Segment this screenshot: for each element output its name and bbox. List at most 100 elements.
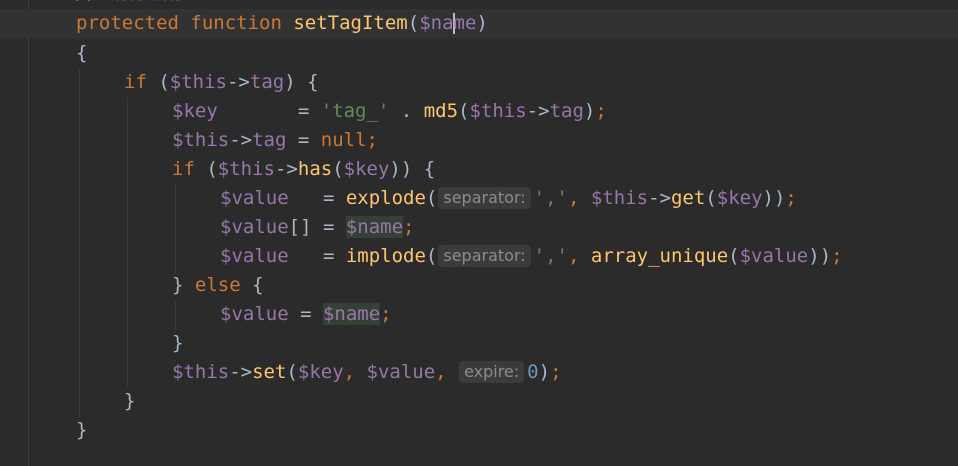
property: tag — [249, 71, 285, 93]
keyword: if — [172, 158, 195, 180]
brace: } — [172, 332, 184, 354]
code-line-close-brace[interactable]: } — [124, 387, 135, 416]
variable: $key — [343, 158, 390, 180]
arrow: -> — [648, 187, 671, 209]
function-name: setTagItem — [293, 12, 408, 34]
paren: ( — [458, 100, 470, 122]
gutter-divider — [28, 0, 29, 466]
number-literal: 0 — [527, 361, 539, 383]
code-line-if-has[interactable]: if ($this->has($key)) { — [172, 155, 435, 184]
brace: } — [124, 390, 136, 412]
method-call: get — [670, 187, 706, 209]
string-literal: ',' — [533, 245, 568, 267]
code-line-value-name[interactable]: $value = $name; — [220, 300, 392, 329]
code-line-explode[interactable]: $value = explode(separator: ',', $this->g… — [220, 184, 797, 213]
partial-comment: // 清除缓存 — [76, 0, 186, 8]
variable: $value — [220, 245, 289, 267]
variable: $this — [172, 129, 230, 151]
indent-guide — [175, 184, 176, 274]
code-line-function-signature[interactable]: protected function setTagItem($name) — [76, 9, 488, 38]
variable: $value — [739, 245, 809, 267]
variable: $value — [220, 187, 289, 209]
keyword: null — [320, 129, 367, 151]
property: tag — [549, 100, 584, 122]
code-editor[interactable]: // 清除缓存 protected function setTagItem($n… — [0, 0, 958, 466]
paren: ) — [583, 100, 596, 122]
paren: )) — [808, 245, 832, 267]
paren: ( — [194, 158, 218, 180]
semicolon: ; — [403, 216, 415, 238]
paren: ( — [728, 245, 740, 267]
code-line-if-tag[interactable]: if ($this->tag) { — [124, 68, 319, 97]
arrow: -> — [526, 100, 550, 122]
semicolon: ; — [831, 245, 843, 267]
semicolon: ; — [366, 129, 378, 151]
arrow: -> — [226, 71, 250, 93]
indent-guide — [175, 300, 176, 330]
variable: $this — [469, 100, 527, 122]
operator: . — [389, 100, 424, 122]
semicolon: ; — [380, 303, 392, 325]
highlighted-variable: $name — [345, 216, 404, 238]
comma: , — [567, 245, 591, 267]
method-call: has — [297, 158, 333, 180]
method-call: set — [252, 361, 287, 383]
keyword: if — [124, 71, 147, 93]
param-name-part: me — [453, 12, 477, 34]
highlighted-variable: $name — [322, 303, 381, 325]
variable: $key — [716, 187, 763, 209]
code-line-close-brace[interactable]: } — [76, 416, 87, 445]
code-line-key-assign[interactable]: $key = 'tag_' . md5($this->tag); — [172, 97, 607, 126]
arrow: -> — [229, 361, 253, 383]
code-line-else[interactable]: } else { — [172, 271, 264, 300]
paren: ) — [538, 361, 551, 383]
variable: $value — [220, 303, 289, 325]
semicolon: ; — [785, 187, 797, 209]
string-literal: 'tag_' — [320, 100, 390, 122]
function-call: explode — [345, 187, 426, 209]
operator: = — [217, 100, 321, 122]
arrow: -> — [274, 158, 298, 180]
variable: $key — [172, 100, 218, 122]
variable: $key — [297, 361, 344, 383]
paren: ( — [705, 187, 717, 209]
paren: ) { — [284, 71, 319, 93]
brace: } — [172, 274, 195, 296]
keyword: protected function — [76, 12, 282, 34]
code-line-close-brace[interactable]: } — [172, 329, 183, 358]
variable: $this — [169, 71, 227, 93]
comma: , — [567, 187, 591, 209]
paren: ( — [146, 71, 170, 93]
variable: $this — [217, 158, 275, 180]
keyword: else — [194, 274, 241, 296]
indent-guide — [127, 97, 128, 387]
property: tag — [252, 129, 287, 151]
comma: , — [343, 361, 367, 383]
variable: $this — [590, 187, 649, 209]
comma: , — [435, 361, 459, 383]
arrow: -> — [229, 129, 253, 151]
code-line-append-name[interactable]: $value[] = $name; — [220, 213, 415, 242]
brace: { — [76, 42, 88, 64]
brace: } — [76, 419, 88, 441]
indent-guide — [79, 68, 80, 418]
operator: = — [288, 303, 323, 325]
operator: = — [286, 129, 321, 151]
code-line-tag-null[interactable]: $this->tag = null; — [172, 126, 378, 155]
code-line-open-brace[interactable]: { — [76, 39, 87, 68]
code-line-implode[interactable]: $value = implode(separator: ',', array_un… — [220, 242, 843, 271]
parameter-hint: separator: — [438, 244, 531, 267]
brace: { — [240, 274, 264, 296]
function-call: md5 — [423, 100, 459, 122]
param-name-part: $na — [419, 12, 454, 34]
paren: ( — [425, 245, 438, 267]
paren: ( — [332, 158, 344, 180]
operator: [] = — [288, 216, 346, 238]
paren: ( — [425, 187, 438, 209]
code-line-set[interactable]: $this->set($key, $value, expire: 0); — [172, 358, 562, 387]
variable: $value — [366, 361, 436, 383]
function-call: implode — [345, 245, 426, 267]
paren: ) — [476, 12, 488, 34]
paren: ( — [407, 12, 420, 34]
variable: $value — [220, 216, 289, 238]
